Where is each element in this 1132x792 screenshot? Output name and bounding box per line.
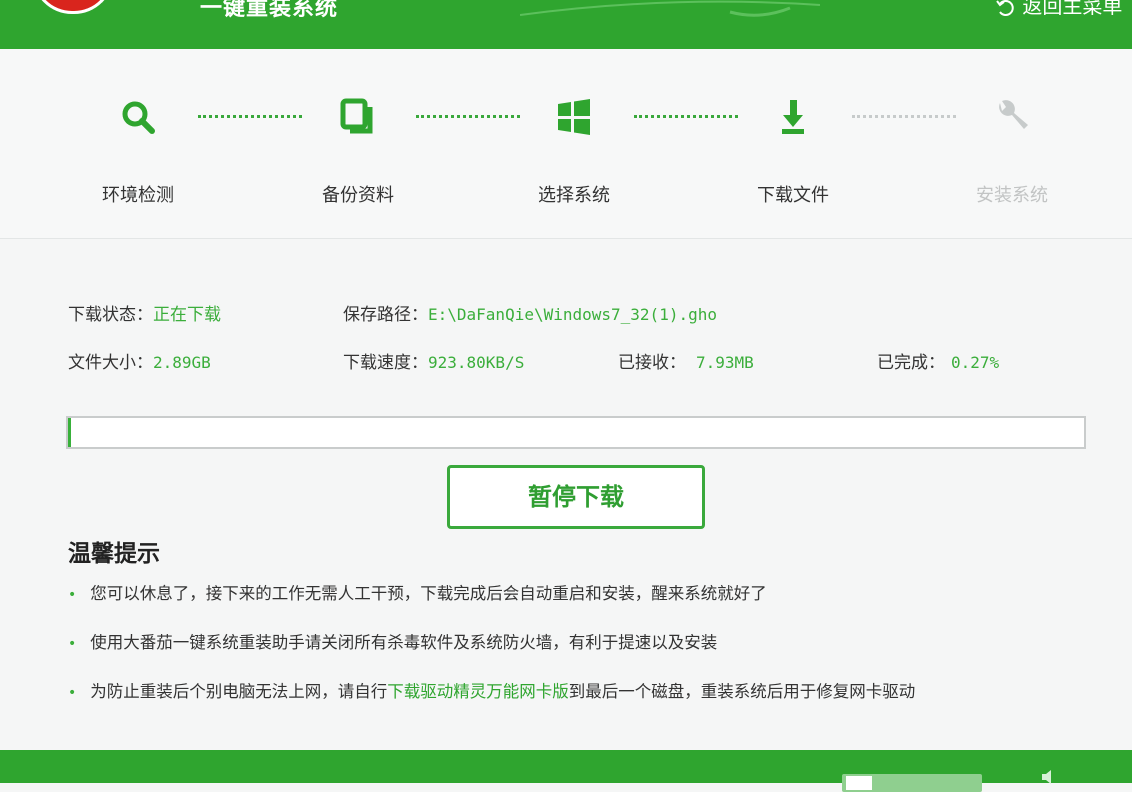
- speed-label: 下载速度：: [343, 353, 428, 373]
- step-label: 选择系统: [538, 185, 610, 206]
- step-label: 安装系统: [976, 185, 1048, 206]
- download-speed: 下载速度：923.80KB/S: [343, 348, 524, 373]
- header-decoration: [520, 0, 820, 17]
- tip-item: • 您可以休息了，接下来的工作无需人工干预，下载完成后会自动重启和安装，醒来系统就…: [68, 580, 767, 604]
- file-size: 文件大小：2.89GB: [68, 348, 211, 373]
- speed-value: 923.80KB/S: [428, 353, 525, 372]
- search-icon: [122, 101, 155, 134]
- bullet-icon: •: [68, 685, 77, 701]
- progress-fill: [68, 418, 71, 447]
- app-title: 一键重装系统: [200, 0, 339, 21]
- step-connector: [416, 115, 520, 119]
- footer-badge[interactable]: [842, 774, 982, 792]
- speaker-icon[interactable]: [1040, 770, 1060, 784]
- tip-text: 使用大番茄一键系统重装助手请关闭所有杀毒软件及系统防火墙，有利于提速以及安装: [90, 633, 718, 652]
- step-connector: [634, 115, 738, 119]
- done-value: 0.27%: [951, 353, 1000, 372]
- status-value: 正在下载: [153, 305, 221, 325]
- save-path: 保存路径：E:\DaFanQie\Windows7_32(1).gho: [343, 300, 717, 325]
- back-label: 返回主菜单: [1022, 0, 1123, 18]
- download-progress-bar: [66, 416, 1086, 449]
- status-label: 下载状态：: [68, 305, 153, 325]
- received-value: 7.93MB: [696, 353, 754, 372]
- size-label: 文件大小：: [68, 353, 153, 373]
- bullet-icon: •: [68, 587, 77, 603]
- wrench-icon: [999, 100, 1028, 129]
- step-connector: [198, 115, 302, 119]
- driver-download-link[interactable]: 下载驱动精灵万能网卡版: [387, 682, 569, 701]
- size-value: 2.89GB: [153, 353, 211, 372]
- back-to-main-button[interactable]: 返回主菜单: [996, 0, 1122, 19]
- copy-icon: [340, 98, 373, 134]
- tip-text: 您可以休息了，接下来的工作无需人工干预，下载完成后会自动重启和安装，醒来系统就好…: [90, 584, 767, 603]
- step-progress: 环境检测 备份资料 选择系统 下载文件 安装系统: [0, 49, 1132, 239]
- pause-download-button[interactable]: 暂停下载: [447, 465, 705, 529]
- header-bar: 一键重装系统 返回主菜单: [0, 0, 1132, 49]
- badge-icon: [846, 776, 872, 790]
- bullet-icon: •: [68, 636, 77, 652]
- step-label: 环境检测: [102, 185, 174, 206]
- tip-text-before: 为防止重装后个别电脑无法上网，请自行: [90, 682, 388, 701]
- download-icon: [782, 100, 804, 134]
- step-connector: [852, 115, 956, 119]
- tips-title: 温馨提示: [68, 541, 160, 567]
- received-label: 已接收：: [618, 353, 686, 373]
- tip-item: • 使用大番茄一键系统重装助手请关闭所有杀毒软件及系统防火墙，有利于提速以及安装: [68, 629, 717, 653]
- path-label: 保存路径：: [343, 305, 428, 325]
- windows-icon: [558, 99, 590, 135]
- back-arrow-icon: [996, 0, 1014, 16]
- download-status: 下载状态：正在下载: [68, 300, 221, 325]
- step-label: 下载文件: [757, 185, 829, 206]
- tip-text-after: 到最后一个磁盘，重装系统后用于修复网卡驱动: [568, 682, 916, 701]
- step-label: 备份资料: [322, 185, 394, 206]
- completed-percent: 已完成： 0.27%: [877, 348, 999, 373]
- footer-bar: [0, 750, 1132, 792]
- tip-item: • 为防止重装后个别电脑无法上网，请自行下载驱动精灵万能网卡版到最后一个磁盘，重装…: [68, 678, 915, 702]
- path-value: E:\DaFanQie\Windows7_32(1).gho: [428, 305, 717, 324]
- app-logo: [32, 0, 114, 14]
- received-amount: 已接收： 7.93MB: [618, 348, 754, 373]
- done-label: 已完成：: [877, 353, 945, 373]
